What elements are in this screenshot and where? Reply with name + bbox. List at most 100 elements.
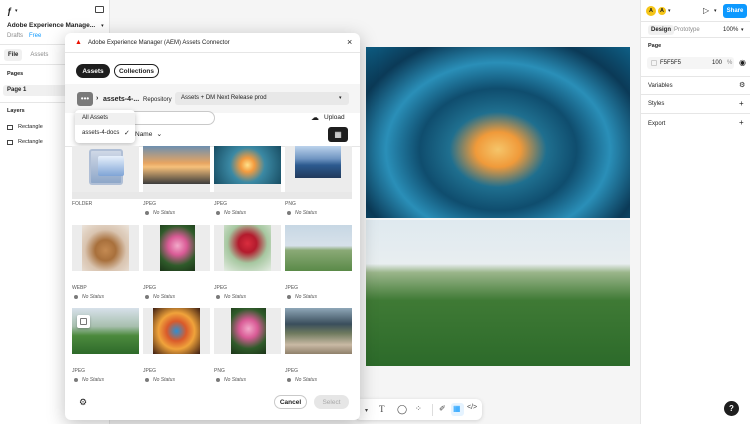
- chevron-down-icon[interactable]: ▾: [668, 8, 671, 14]
- right-panel: A A ▾ ▷ ▾ Share Design Prototype 100% ▾ …: [640, 0, 750, 424]
- asset-type: JPEG: [143, 285, 157, 291]
- asset-tile[interactable]: [285, 308, 352, 354]
- layer-item[interactable]: Rectangle: [7, 124, 43, 130]
- present-icon[interactable]: ▷: [703, 6, 709, 15]
- layer-item[interactable]: Rectangle: [7, 139, 43, 145]
- tab-collections[interactable]: Collections: [114, 64, 159, 78]
- file-name[interactable]: Adobe Experience Manage...: [7, 22, 95, 29]
- share-button[interactable]: Share: [723, 4, 747, 18]
- asset-status: No Status: [287, 377, 317, 383]
- asset-tile[interactable]: [143, 308, 210, 354]
- image-icon: [7, 139, 13, 145]
- aem-connector-modal: ▲ Adobe Experience Manager (AEM) Assets …: [65, 33, 360, 420]
- components-tool-icon[interactable]: ⁘: [415, 404, 422, 413]
- opacity-unit: %: [727, 60, 733, 66]
- chevron-down-icon: ▾: [15, 8, 18, 14]
- asset-tile[interactable]: [285, 225, 352, 271]
- asset-status: No Status: [145, 294, 175, 300]
- layers-title: Layers: [7, 108, 25, 114]
- asset-type: JPEG: [285, 285, 299, 291]
- select-button[interactable]: Select: [314, 395, 349, 409]
- export-label[interactable]: Export: [648, 121, 665, 127]
- design-mode-icon[interactable]: ▦: [453, 404, 461, 413]
- eye-icon[interactable]: ◉: [739, 58, 746, 67]
- plan-badge: Free: [29, 33, 42, 39]
- text-tool-icon[interactable]: T: [379, 404, 385, 414]
- folder-dropdown: All Assets assets-4-docs ✓: [75, 110, 135, 143]
- variables-label[interactable]: Variables: [648, 83, 673, 89]
- asset-status: No Status: [145, 377, 175, 383]
- dev-mode-icon[interactable]: </>: [467, 404, 477, 411]
- field-image[interactable]: [366, 220, 630, 366]
- page-section-title: Page: [648, 43, 662, 49]
- chevron-right-icon: ›: [96, 95, 99, 102]
- upload-cloud-icon: ☁: [311, 113, 319, 122]
- upload-button[interactable]: ☁ Upload: [311, 113, 345, 122]
- repository-value: Assets + DM Next Release prod: [181, 95, 267, 101]
- page-opacity-value[interactable]: 100: [712, 60, 722, 66]
- avatar[interactable]: A: [657, 6, 667, 16]
- cancel-button[interactable]: Cancel: [274, 395, 307, 409]
- draw-mode-icon[interactable]: ✐: [439, 404, 446, 413]
- repository-select[interactable]: Assets + DM Next Release prod ▾: [175, 92, 349, 105]
- main-menu[interactable]: ƒ ▾: [7, 6, 18, 16]
- page-color-field[interactable]: F5F5F5 100 %: [647, 57, 734, 69]
- tab-prototype[interactable]: Prototype: [674, 27, 700, 33]
- asset-tile-folder[interactable]: [72, 146, 139, 192]
- layer-label: Rectangle: [18, 124, 43, 130]
- tab-assets[interactable]: Assets: [26, 49, 52, 61]
- asset-status: No Status: [287, 210, 317, 216]
- tab-file[interactable]: File: [4, 49, 23, 61]
- modal-title: Adobe Experience Manager (AEM) Assets Co…: [87, 39, 230, 46]
- asset-type: FOLDER: [72, 201, 93, 207]
- asset-type: PNG: [285, 201, 296, 207]
- tab-assets[interactable]: Assets: [76, 64, 110, 78]
- asset-status: No Status: [74, 294, 104, 300]
- repository-label: Repository: [143, 97, 172, 103]
- asset-tile[interactable]: [143, 146, 210, 192]
- color-swatch[interactable]: [651, 60, 657, 66]
- chevron-down-icon[interactable]: ▾: [741, 27, 744, 33]
- asset-status: No Status: [287, 294, 317, 300]
- asset-type: JPEG: [285, 368, 299, 374]
- add-style-icon[interactable]: +: [739, 99, 744, 108]
- page-color-value[interactable]: F5F5F5: [660, 60, 681, 66]
- view-toggle-grid-icon[interactable]: ▦: [328, 127, 348, 142]
- asset-tile[interactable]: [214, 308, 281, 354]
- asset-select-checkbox[interactable]: [77, 315, 90, 328]
- settings-gear-icon[interactable]: ⚙: [79, 397, 87, 408]
- variables-settings-icon[interactable]: ⚙: [739, 81, 745, 89]
- dropdown-item-all-assets[interactable]: All Assets: [82, 115, 108, 121]
- asset-tile[interactable]: [214, 225, 281, 271]
- asset-type: JPEG: [143, 368, 157, 374]
- close-icon[interactable]: ×: [347, 37, 352, 47]
- sort-select[interactable]: Name ⌄: [135, 130, 162, 139]
- file-location[interactable]: Drafts: [7, 33, 23, 39]
- figma-logo-icon: ƒ: [7, 6, 13, 16]
- add-export-icon[interactable]: +: [739, 118, 744, 127]
- chevron-down-icon[interactable]: ▾: [101, 23, 104, 29]
- zoom-level[interactable]: 100%: [723, 27, 738, 33]
- layer-label: Rectangle: [18, 139, 43, 145]
- avatar[interactable]: A: [646, 6, 656, 16]
- upload-label: Upload: [324, 114, 345, 121]
- adobe-logo-icon: ▲: [75, 39, 82, 46]
- asset-status: No Status: [216, 294, 246, 300]
- chevron-down-icon[interactable]: ▾: [365, 407, 368, 414]
- more-options-button[interactable]: •••: [77, 92, 93, 106]
- asset-tile[interactable]: [285, 146, 352, 192]
- chevron-down-icon[interactable]: ▾: [714, 8, 717, 14]
- image-icon: [7, 124, 13, 130]
- breadcrumb[interactable]: assets-4-...: [103, 96, 139, 103]
- styles-label[interactable]: Styles: [648, 101, 664, 107]
- dropdown-item-assets-4-docs[interactable]: assets-4-docs: [82, 130, 119, 136]
- wave-image[interactable]: [366, 47, 630, 218]
- toggle-sidebar-icon[interactable]: [95, 6, 104, 13]
- help-button[interactable]: ?: [724, 401, 739, 416]
- sort-label: Name: [135, 130, 153, 138]
- asset-tile[interactable]: [143, 225, 210, 271]
- asset-tile[interactable]: [214, 146, 281, 192]
- comment-tool-icon[interactable]: ◯: [397, 404, 407, 415]
- tab-design[interactable]: Design: [648, 25, 675, 35]
- asset-tile[interactable]: [72, 225, 139, 271]
